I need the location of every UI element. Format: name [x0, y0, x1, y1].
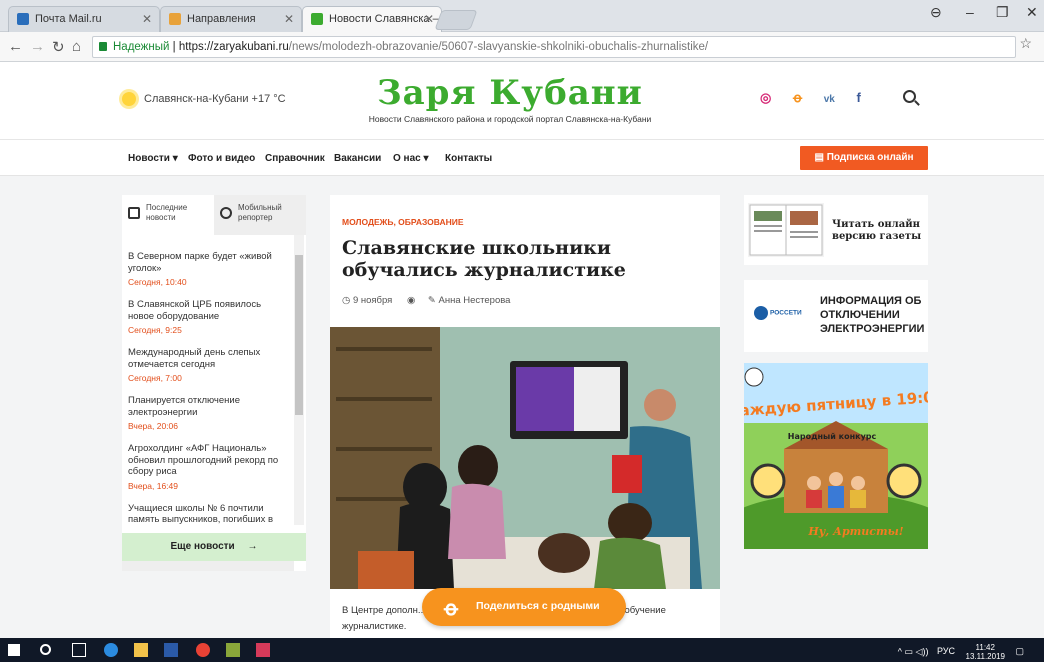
main-nav: Новости ▾ Фото и видео Справочник Ваканс…	[0, 140, 1044, 176]
close-window-button[interactable]: ✕	[1026, 4, 1038, 21]
reporter-icon	[220, 207, 232, 219]
tab-mobile-reporter[interactable]: Мобильный репортер	[214, 195, 306, 235]
tab-latest-news[interactable]: Последние новости	[122, 195, 214, 235]
tab-mail[interactable]: Почта Mail.ru ✕	[8, 6, 160, 32]
list-item[interactable]: Учащиеся школы № 6 почтили память выпуск…	[128, 503, 294, 526]
back-arrow-icon[interactable]: ←	[8, 38, 23, 55]
network-icon[interactable]: ^ ▭ ◁))	[898, 646, 929, 656]
scrollbar-thumb[interactable]	[295, 255, 303, 415]
notifications-icon[interactable]: ▢	[1015, 646, 1024, 656]
odnoklassniki-icon: ꝋ	[444, 598, 459, 620]
mail-favicon-icon	[17, 13, 29, 25]
url-input[interactable]: Надежный | https://zaryakubani.ru/news/m…	[92, 36, 1016, 58]
tab-news[interactable]: Новости Славянска – С ✕	[302, 6, 442, 33]
article-category[interactable]: МОЛОДЕЖЬ, ОБРАЗОВАНИЕ	[342, 217, 464, 227]
search-icon[interactable]	[903, 90, 916, 103]
site-logo[interactable]: Заря Кубани Новости Славянского района и…	[330, 74, 690, 124]
clock[interactable]: 11:42 13.11.2019	[966, 643, 1005, 661]
profile-icon[interactable]: ⊖	[930, 4, 942, 21]
news-sidebar: Последние новости Мобильный репортер В С…	[122, 195, 306, 571]
contest-subtitle: Народный конкурс	[788, 432, 877, 441]
contest-illustration: Каждую пятницу в 19:00 Народный конкурс …	[744, 363, 928, 549]
list-item[interactable]: Агрохолдинг «АФГ Националь» обновил прош…	[128, 443, 294, 491]
close-tab-icon[interactable]: ✕	[284, 12, 294, 26]
maximize-button[interactable]: ❐	[996, 4, 1009, 21]
article-meta: ◷ 9 ноября ◉ ✎ Анна Нестерова	[342, 295, 511, 306]
edge-icon[interactable]	[104, 643, 118, 657]
nav-photo-video[interactable]: Фото и видео	[188, 153, 255, 164]
horizontal-scrollbar[interactable]	[122, 561, 294, 571]
subscribe-button[interactable]: ▤ Подписка онлайн	[800, 146, 928, 170]
power-outage-banner[interactable]: РОССЕТИ ИНФОРМАЦИЯ ОБ ОТКЛЮЧЕНИИ ЭЛЕКТРО…	[744, 280, 928, 352]
views-eye-icon: ◉	[406, 295, 416, 306]
list-item[interactable]: Планируется отключение электроэнергии Вче…	[128, 395, 294, 431]
vk-icon[interactable]: vk	[824, 94, 835, 105]
sun-icon	[122, 92, 136, 106]
news-icon	[128, 207, 140, 219]
nav-vacancies[interactable]: Вакансии	[334, 153, 381, 164]
home-icon[interactable]: ⌂	[72, 38, 81, 55]
close-tab-icon[interactable]: ✕	[142, 12, 152, 26]
bookmark-star-icon[interactable]: ☆	[1019, 35, 1032, 52]
lock-icon	[99, 42, 107, 51]
nav-news[interactable]: Новости ▾	[128, 153, 178, 164]
nav-directory[interactable]: Справочник	[265, 153, 325, 164]
windows-taskbar: ^ ▭ ◁)) РУС 11:42 13.11.2019 ▢	[0, 638, 1044, 662]
contest-name: Ну, Артисты!	[807, 525, 903, 538]
app-icon[interactable]	[226, 643, 240, 657]
search-icon[interactable]	[40, 644, 51, 655]
newspaper-thumbnail	[748, 203, 824, 257]
explorer-icon[interactable]	[134, 643, 148, 657]
minimize-button[interactable]: –	[966, 4, 974, 20]
social-links: ◎ ꝋ vk f	[760, 90, 879, 106]
newspaper-icon: ▤	[814, 152, 827, 163]
article: МОЛОДЕЖЬ, ОБРАЗОВАНИЕ Славянские школьни…	[330, 195, 720, 638]
directions-favicon-icon	[169, 13, 181, 25]
system-tray: ^ ▭ ◁)) РУС 11:42 13.11.2019 ▢	[897, 643, 1024, 661]
nav-about[interactable]: О нас ▾	[393, 153, 429, 164]
list-item[interactable]: В Славянской ЦРБ появилось новое оборудо…	[128, 299, 294, 335]
newspaper-icon	[749, 204, 823, 256]
odnoklassniki-icon[interactable]: ꝋ	[793, 90, 802, 105]
instagram-icon[interactable]: ◎	[760, 90, 771, 105]
author-pen-icon: ✎	[427, 295, 436, 306]
classroom-photo	[330, 327, 720, 589]
article-photo[interactable]	[330, 327, 720, 589]
facebook-icon[interactable]: f	[857, 90, 861, 105]
article-title: Славянские школьники обучались журналист…	[342, 237, 626, 281]
address-bar: ← → ↻ ⌂ Надежный | https://zaryakubani.r…	[0, 32, 1044, 62]
new-tab-button[interactable]	[434, 10, 478, 30]
app-icon[interactable]	[256, 643, 270, 657]
task-view-icon[interactable]	[72, 643, 86, 657]
windows-start-icon[interactable]	[8, 644, 20, 656]
news-favicon-icon	[311, 13, 323, 25]
rosseti-logo: РОССЕТИ	[754, 306, 802, 320]
site-header: Славянск-на-Кубани +17 °C Заря Кубани Но…	[0, 62, 1044, 140]
nav-contacts[interactable]: Контакты	[445, 153, 492, 164]
list-item[interactable]: В Северном парке будет «живой уголок» Сег…	[128, 251, 294, 287]
arrow-right-icon: →	[247, 541, 258, 552]
clock-icon: ◷	[342, 295, 351, 306]
share-button[interactable]: ꝋ Поделиться с родными	[422, 588, 626, 626]
list-item[interactable]: Международный день слепых отмечается сег…	[128, 347, 294, 383]
forward-arrow-icon[interactable]: →	[30, 38, 45, 55]
weather-widget: Славянск-на-Кубани +17 °C	[122, 92, 286, 106]
news-list: В Северном парке будет «живой уголок» Сег…	[122, 235, 294, 525]
word-icon[interactable]	[164, 643, 178, 657]
chrome-icon[interactable]	[196, 643, 210, 657]
contest-banner[interactable]: Каждую пятницу в 19:00 Народный конкурс …	[744, 363, 928, 549]
close-tab-icon[interactable]: ✕	[424, 12, 434, 26]
more-news-button[interactable]: Еще новости →	[122, 533, 306, 561]
browser-tab-strip: Почта Mail.ru ✕ Направления ✕ Новости Слав…	[0, 0, 1044, 33]
web-page: Славянск-на-Кубани +17 °C Заря Кубани Но…	[0, 62, 1044, 638]
newspaper-online-banner[interactable]: Читать онлайн версию газеты	[744, 195, 928, 265]
reload-icon[interactable]: ↻	[52, 38, 65, 56]
tab-directions[interactable]: Направления ✕	[160, 6, 302, 32]
